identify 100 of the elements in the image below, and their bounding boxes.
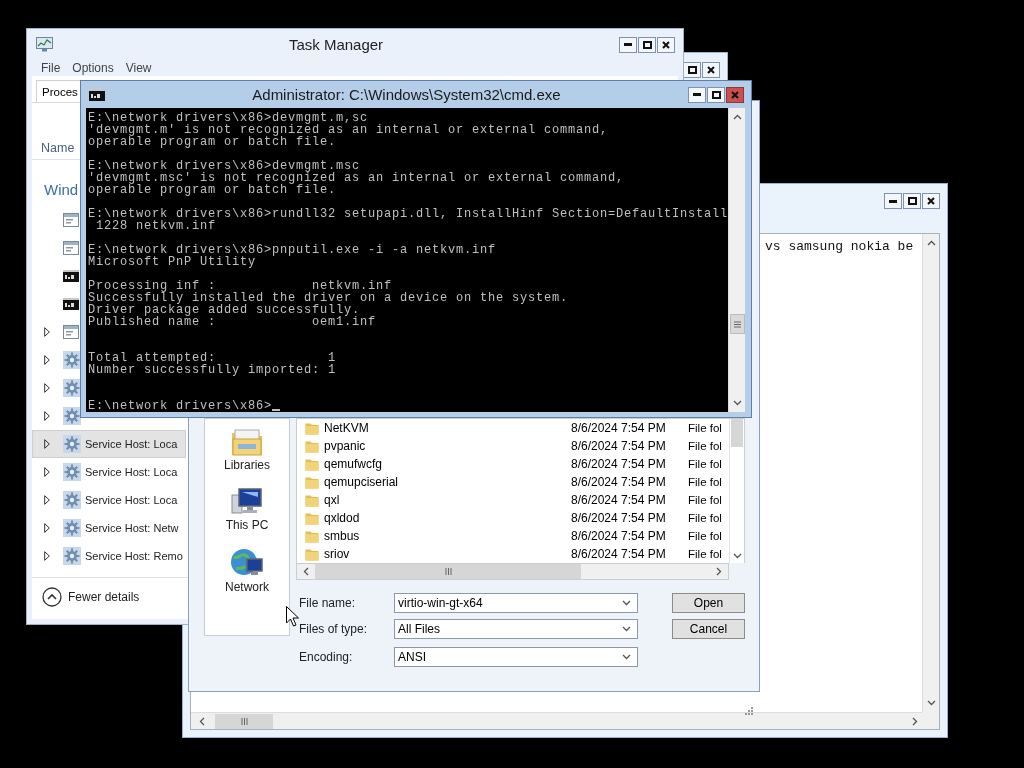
close-icon [927,197,935,205]
column-header[interactable]: Name [41,141,75,155]
expand-arrow-icon[interactable] [44,523,50,533]
console-line: 1228 netkvm.inf [95,220,217,232]
text-cursor [272,409,281,411]
file-name[interactable]: sriov [324,547,571,561]
expand-arrow-icon[interactable] [44,439,50,449]
chevron-left-icon[interactable] [303,567,309,576]
close-button[interactable] [922,193,940,209]
chevron-down-icon[interactable] [732,400,742,406]
minimize-button[interactable] [884,193,902,209]
minimize-icon [693,93,701,96]
file-date: 8/6/2024 7:54 PM [571,439,667,453]
chevron-left-icon[interactable] [199,716,205,726]
chevron-up-icon[interactable] [732,114,742,120]
chevron-down-icon[interactable] [926,700,936,706]
minimize-button[interactable] [688,86,706,103]
dropdown[interactable]: All Files [394,619,638,639]
row-highlight[interactable]: Service Host: Loca [32,430,186,458]
gear-icon [63,435,81,453]
menu-item[interactable]: View [125,61,152,75]
expand-arrow-icon[interactable] [44,411,50,421]
scroll-thumb[interactable] [729,314,745,334]
folder-icon [305,421,319,435]
resize-grip-icon[interactable] [745,707,753,715]
dialog-button[interactable]: Open [672,593,745,613]
chevron-down-icon[interactable] [622,600,631,606]
expand-arrow-icon[interactable] [44,355,50,365]
close-button[interactable] [726,86,744,103]
computer-icon [230,487,264,517]
chevron-right-icon[interactable] [912,716,918,726]
console-line: operable program or batch file. [88,136,337,148]
console-line: E:\network drivers\x86>devmgmt.msc [88,160,361,172]
chevron-down-icon[interactable] [732,553,742,559]
console-line: E:\network drivers\x86> [88,400,273,412]
menu-item[interactable]: Options [72,61,114,75]
folder-icon [305,475,319,489]
maximize-icon [711,90,721,99]
dropdown[interactable]: virtio-win-gt-x64 [394,593,638,613]
field-label: File name: [298,596,357,610]
chevron-down-icon[interactable] [622,654,631,660]
dropdown[interactable]: ANSI [394,647,638,667]
grip-icon [240,717,248,725]
place-label[interactable]: Network [225,580,269,594]
expand-arrow-icon[interactable] [44,383,50,393]
console-line: 'devmgmt.m' is not recognized as an internal or external command, [88,124,609,136]
console-icon [89,88,105,101]
menu-item[interactable]: File [41,61,61,75]
file-name[interactable]: smbus [324,529,571,543]
expand-arrow-icon[interactable] [44,551,50,561]
process-name: Service Host: Remo [85,550,183,562]
scrollbar[interactable] [922,234,939,712]
close-button[interactable] [702,62,720,78]
file-name[interactable]: qxldod [324,511,571,525]
console-line: E:\network drivers\x86>rundll32 setupapi.dll, InstallHinf Section=DefaultInstall [88,208,729,220]
file-date: 8/6/2024 7:54 PM [571,475,667,489]
fewer-details-button[interactable]: Fewer details [42,586,140,607]
dialog-button[interactable]: Cancel [672,619,745,639]
file-type: File fol [688,548,722,560]
file-name[interactable]: qxl [324,493,571,507]
collapse-circle-icon [42,586,62,607]
file-name[interactable]: NetKVM [324,421,571,435]
scroll-thumb[interactable] [215,713,273,729]
minimize-icon [624,43,632,46]
file-name[interactable]: pvpanic [324,439,571,453]
chevron-up-icon[interactable] [926,240,936,246]
close-button[interactable] [657,36,675,53]
expand-arrow-icon[interactable] [44,467,50,477]
gear-icon [63,407,81,425]
scrollbar[interactable] [191,712,922,729]
maximize-button[interactable] [903,193,921,209]
document-text: vs samsung nokia be [765,239,914,254]
expand-arrow-icon[interactable] [44,327,50,337]
file-type: File fol [688,422,722,434]
gear-icon [63,547,81,565]
chevron-down-icon[interactable] [622,626,631,632]
scroll-thumb[interactable] [315,564,581,579]
scrollbar[interactable] [296,563,729,580]
maximize-button[interactable] [638,36,656,53]
file-date: 8/6/2024 7:54 PM [571,457,667,471]
file-name[interactable]: qemufwcfg [324,457,571,471]
console-line: operable program or batch file. [88,184,337,196]
place-label[interactable]: Libraries [224,458,270,472]
close-icon [731,90,739,99]
file-date: 8/6/2024 7:54 PM [571,529,667,543]
console-line: 'devmgmt.msc' is not recognized as an internal or external command, [88,172,625,184]
place-label[interactable]: This PC [225,518,269,532]
maximize-button[interactable] [707,86,725,103]
expand-arrow-icon[interactable] [44,495,50,505]
console-line: Successfully installed the driver on a device on the system. [88,292,569,304]
scrollbar[interactable] [729,419,744,563]
minimize-button[interactable] [619,36,637,53]
chevron-right-icon[interactable] [716,567,722,576]
file-name[interactable]: qemupciserial [324,475,571,489]
maximize-icon [642,40,652,49]
console-output[interactable] [86,108,728,412]
file-type: File fol [688,530,722,542]
console-line: E:\network drivers\x86>pnputil.exe -i -a netkvm.inf [88,244,497,256]
scrollbar[interactable] [728,108,745,412]
scroll-thumb[interactable] [731,419,743,447]
